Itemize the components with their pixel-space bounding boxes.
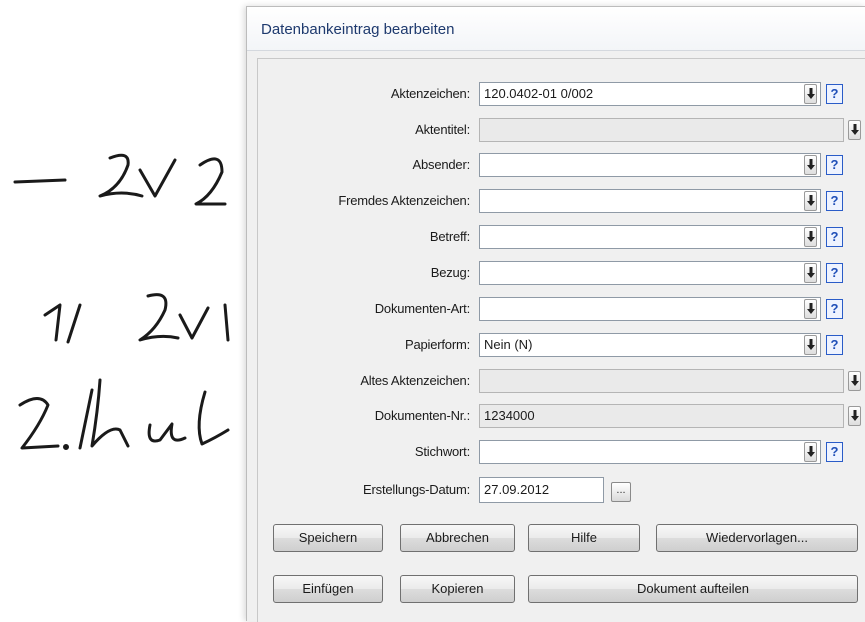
altes-aktenzeichen-input[interactable] <box>479 369 844 393</box>
help-question-icon[interactable]: ? <box>826 191 843 211</box>
download-arrow-icon[interactable] <box>804 263 817 283</box>
download-arrow-icon[interactable] <box>804 299 817 319</box>
help-question-icon[interactable]: ? <box>826 263 843 283</box>
erstellungs-datum-input[interactable]: 27.09.2012 <box>479 477 604 503</box>
absender-label: Absender: <box>412 157 471 172</box>
aktentitel-label: Aktentitel: <box>415 122 470 137</box>
fremdes-aktenzeichen-input[interactable] <box>479 189 821 213</box>
absender-input[interactable] <box>479 153 821 177</box>
dokumenten-art-input[interactable] <box>479 297 821 321</box>
help-question-icon[interactable]: ? <box>826 299 843 319</box>
help-question-icon[interactable]: ? <box>826 84 843 104</box>
papierform-input[interactable]: Nein (N) <box>479 333 821 357</box>
help-question-icon[interactable]: ? <box>826 335 843 355</box>
save-button[interactable]: Speichern <box>273 524 383 552</box>
dokumenten-nr-label: Dokumenten-Nr.: <box>374 408 470 423</box>
aktentitel-input[interactable] <box>479 118 844 142</box>
betreff-label: Betreff: <box>429 229 470 244</box>
cancel-button[interactable]: Abbrechen <box>400 524 515 552</box>
download-arrow-icon[interactable] <box>804 155 817 175</box>
download-arrow-icon[interactable] <box>804 84 817 104</box>
download-arrow-icon[interactable] <box>804 227 817 247</box>
dokumenten-nr-input[interactable]: 1234000 <box>479 404 844 428</box>
download-arrow-icon[interactable] <box>848 406 861 426</box>
help-question-icon[interactable]: ? <box>826 442 843 462</box>
form-panel: Aktenzeichen: 120.0402-01 0/002 ? Aktent… <box>257 58 865 622</box>
papierform-label: Papierform: <box>405 337 470 352</box>
help-question-icon[interactable]: ? <box>826 155 843 175</box>
betreff-input[interactable] <box>479 225 821 249</box>
insert-button[interactable]: Einfügen <box>273 575 383 603</box>
aktenzeichen-input[interactable]: 120.0402-01 0/002 <box>479 82 821 106</box>
edit-database-entry-dialog: Datenbankeintrag bearbeiten Aktenzeichen… <box>246 6 865 622</box>
aktenzeichen-label: Aktenzeichen: <box>390 86 470 101</box>
dialog-title: Datenbankeintrag bearbeiten <box>261 21 455 38</box>
bezug-input[interactable] <box>479 261 821 285</box>
stichwort-label: Stichwort: <box>414 444 470 459</box>
dialog-title-bar: Datenbankeintrag bearbeiten <box>247 7 865 51</box>
download-arrow-icon[interactable] <box>804 442 817 462</box>
help-question-icon[interactable]: ? <box>826 227 843 247</box>
erstellungs-datum-label: Erstellungs-Datum: <box>363 482 470 497</box>
dokumenten-art-label: Dokumenten-Art: <box>374 301 470 316</box>
resubmission-button[interactable]: Wiedervorlagen... <box>656 524 858 552</box>
fremdes-aktenzeichen-label: Fremdes Aktenzeichen: <box>338 193 470 208</box>
stichwort-input[interactable] <box>479 440 821 464</box>
download-arrow-icon[interactable] <box>804 335 817 355</box>
split-document-button[interactable]: Dokument aufteilen <box>528 575 858 603</box>
altes-aktenzeichen-label: Altes Aktenzeichen: <box>360 373 470 388</box>
date-picker-button[interactable]: ... <box>611 482 631 502</box>
bezug-label: Bezug: <box>430 265 470 280</box>
download-arrow-icon[interactable] <box>848 371 861 391</box>
download-arrow-icon[interactable] <box>848 120 861 140</box>
help-button[interactable]: Hilfe <box>528 524 640 552</box>
copy-button[interactable]: Kopieren <box>400 575 515 603</box>
download-arrow-icon[interactable] <box>804 191 817 211</box>
